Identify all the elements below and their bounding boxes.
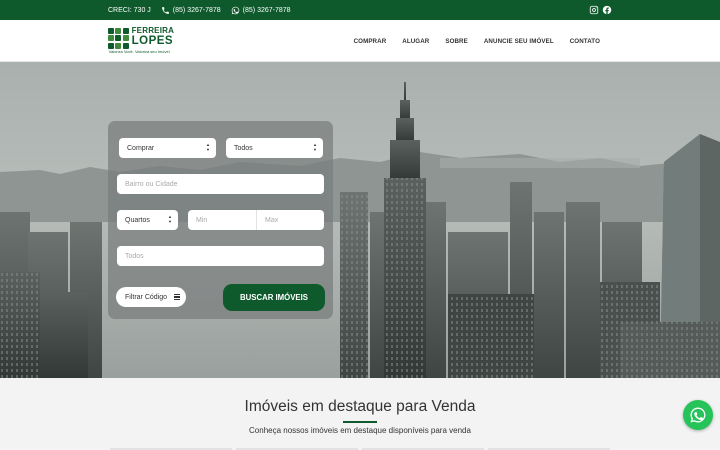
contact-info: CRECI: 730 J (85) 3267-7878 (85) 3267-78… — [108, 0, 291, 20]
whatsapp-float-button[interactable] — [683, 400, 713, 430]
whatsapp-float-icon — [690, 407, 706, 423]
instagram-icon[interactable] — [589, 5, 599, 15]
location-placeholder: Bairro ou Cidade — [125, 180, 178, 188]
phone-icon — [161, 6, 169, 14]
location-input[interactable]: Bairro ou Cidade — [117, 174, 324, 194]
logo-text: FERREIRA LOPES Valoriza Você. Valoriza s… — [109, 26, 175, 57]
type-select[interactable]: Todos ▲ ▼ — [226, 138, 323, 158]
logo[interactable]: FERREIRA LOPES Valoriza Você. Valoriza s… — [108, 27, 188, 57]
featured-section: Imóveis em destaque para Venda Conheça n… — [0, 378, 720, 450]
max-placeholder: Max — [265, 216, 279, 224]
select-arrows-icon: ▲ ▼ — [206, 142, 210, 152]
filter-code-button[interactable]: Filtrar Código — [116, 287, 186, 307]
todos-placeholder: Todos — [125, 252, 144, 260]
select-arrows-icon: ▲ ▼ — [313, 142, 317, 152]
nav-sobre[interactable]: SOBRE — [445, 38, 468, 45]
top-bar: CRECI: 730 J (85) 3267-7878 (85) 3267-78… — [0, 0, 720, 20]
nav-alugar[interactable]: ALUGAR — [402, 38, 429, 45]
phone-number: (85) 3267-7878 — [172, 6, 221, 14]
whatsapp-icon — [231, 6, 239, 14]
logo-tagline: Valoriza Você. Valoriza seu Imóvel — [108, 48, 170, 54]
creci-text: CRECI: 730 J — [108, 6, 151, 14]
min-input[interactable]: Min — [188, 210, 256, 230]
main-header: FERREIRA LOPES Valoriza Você. Valoriza s… — [0, 20, 720, 62]
whatsapp-link[interactable]: (85) 3267-7878 — [231, 6, 291, 15]
featured-subtitle: Conheça nossos imóveis em destaque dispo… — [249, 426, 471, 435]
rooms-select-value: Quartos — [125, 216, 150, 224]
facebook-icon[interactable] — [602, 5, 612, 15]
nav-anuncie[interactable]: ANUNCIE SEU IMÓVEL — [484, 38, 554, 45]
search-button[interactable]: BUSCAR IMÓVEIS — [223, 284, 325, 311]
menu-icon — [174, 293, 181, 301]
mode-select-value: Comprar — [127, 144, 155, 152]
social-links — [589, 0, 612, 20]
rooms-select[interactable]: Quartos ▲ ▼ — [117, 210, 178, 230]
main-nav: COMPRAR ALUGAR SOBRE ANUNCIE SEU IMÓVEL … — [354, 20, 600, 62]
filter-code-label: Filtrar Código — [125, 293, 168, 301]
phone-link[interactable]: (85) 3267-7878 — [161, 6, 221, 15]
nav-contato[interactable]: CONTATO — [570, 38, 600, 45]
select-arrows-icon: ▲ ▼ — [168, 214, 172, 224]
whatsapp-number: (85) 3267-7878 — [242, 6, 291, 14]
featured-title: Imóveis em destaque para Venda — [244, 398, 476, 415]
mode-select[interactable]: Comprar ▲ ▼ — [119, 138, 216, 158]
todos-input[interactable]: Todos — [117, 246, 324, 266]
type-select-value: Todos — [234, 144, 253, 152]
max-input[interactable]: Max — [256, 210, 324, 230]
title-underline — [343, 421, 377, 423]
min-placeholder: Min — [196, 216, 208, 224]
logo-line1: FERREIRA — [131, 26, 175, 35]
logo-line2: LOPES — [131, 35, 174, 47]
nav-comprar[interactable]: COMPRAR — [354, 38, 387, 45]
